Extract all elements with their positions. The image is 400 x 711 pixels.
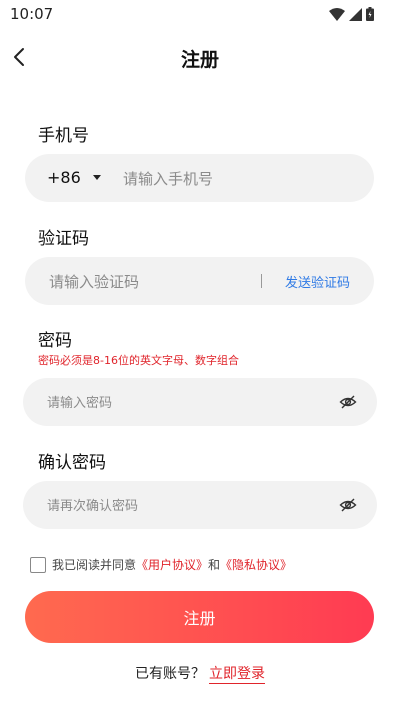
login-prompt: 已有账号？ <box>135 666 205 682</box>
login-row: 已有账号？ 立即登录 <box>0 663 400 684</box>
page-title: 注册 <box>180 49 219 71</box>
signal-icon <box>349 7 362 21</box>
login-link[interactable]: 立即登录 <box>209 666 265 684</box>
nav-bar: 注册 <box>0 36 400 80</box>
wifi-icon <box>329 7 345 21</box>
agreement-checkbox[interactable] <box>30 556 46 573</box>
country-code-value: +86 <box>47 168 81 187</box>
verification-code-input[interactable] <box>47 257 251 307</box>
register-button[interactable]: 注册 <box>25 591 374 643</box>
agreement-and: 和 <box>208 558 221 572</box>
password-visibility-toggle[interactable] <box>339 393 357 411</box>
code-field-container: 发送验证码 <box>25 257 374 307</box>
confirm-password-visibility-toggle[interactable] <box>339 496 357 514</box>
status-bar: 10:07 <box>0 0 400 28</box>
status-time: 10:07 <box>10 5 54 23</box>
confirm-password-input[interactable] <box>45 481 329 531</box>
password-hint: 密码必须是8-16位的英文字母、数字组合 <box>38 354 239 367</box>
code-label: 验证码 <box>38 229 89 249</box>
password-input[interactable] <box>45 378 329 428</box>
phone-label: 手机号 <box>38 126 89 146</box>
confirm-password-field-container <box>23 481 377 531</box>
divider <box>261 274 262 288</box>
agreement-prefix: 我已阅读并同意 <box>52 558 137 572</box>
phone-input[interactable] <box>121 154 365 204</box>
agreement-row: 我已阅读并同意 《用户协议》 和 《隐私协议》 <box>30 556 292 573</box>
eye-off-icon <box>339 498 357 512</box>
send-code-button[interactable]: 发送验证码 <box>285 272 350 291</box>
battery-icon <box>366 7 374 21</box>
country-code-selector[interactable]: +86 <box>47 168 101 187</box>
confirm-password-label: 确认密码 <box>38 453 106 473</box>
privacy-policy-link[interactable]: 《隐私协议》 <box>220 556 292 573</box>
status-icons <box>329 7 374 21</box>
phone-field-container: +86 <box>25 154 374 204</box>
user-agreement-link[interactable]: 《用户协议》 <box>136 556 208 573</box>
password-field-container <box>23 378 377 428</box>
eye-off-icon <box>339 395 357 409</box>
password-label: 密码 <box>38 331 72 351</box>
caret-down-icon <box>92 175 101 180</box>
